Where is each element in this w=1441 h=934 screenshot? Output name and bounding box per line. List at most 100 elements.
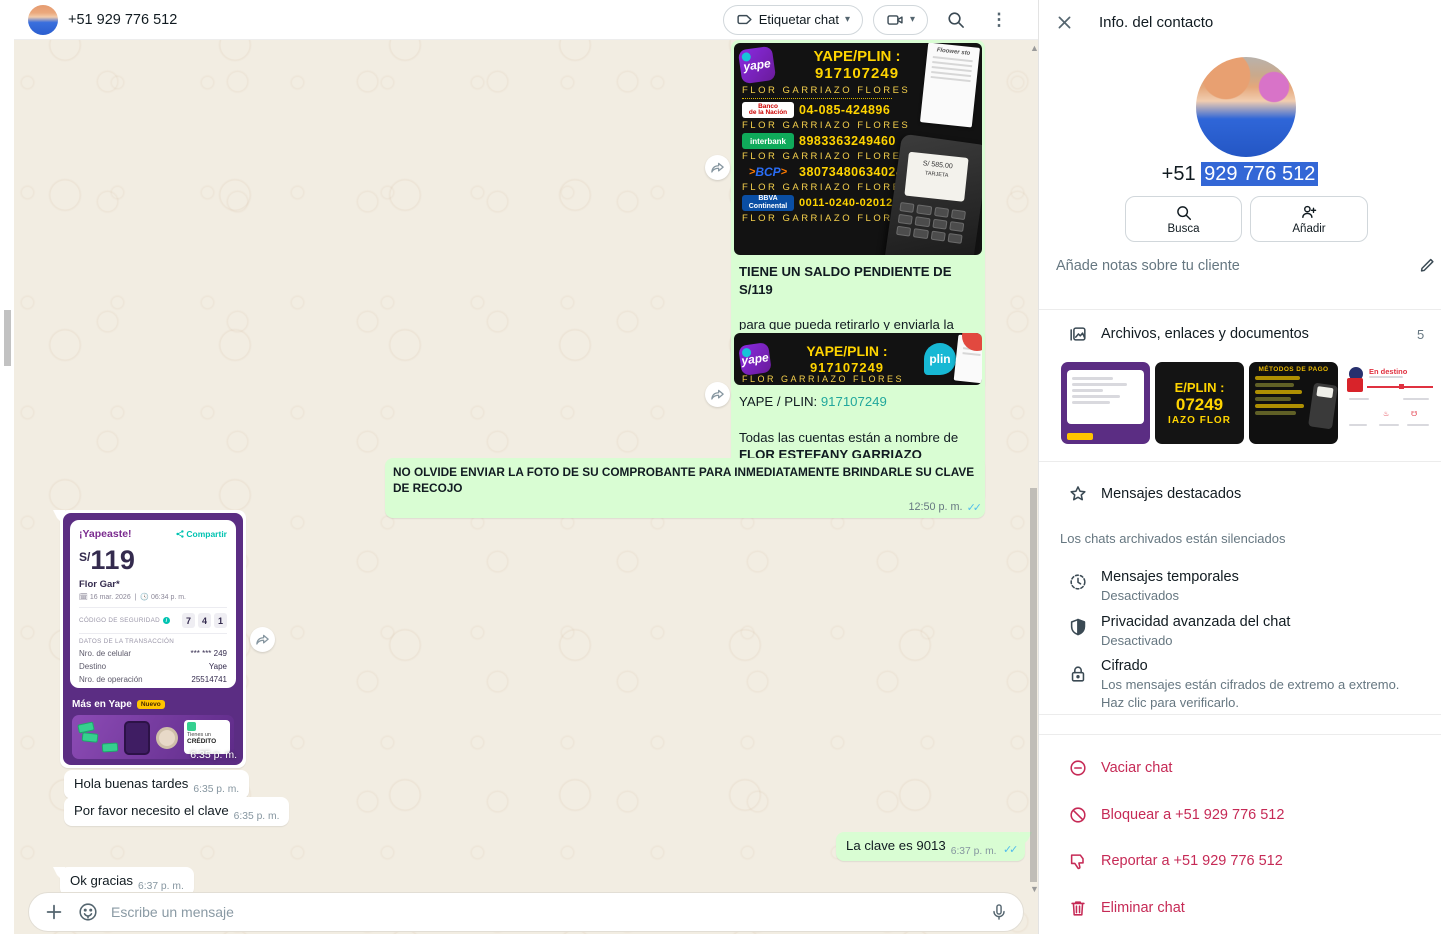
files-count[interactable]: 5 bbox=[1417, 327, 1424, 342]
left-scrollbar-thumb[interactable] bbox=[4, 310, 11, 366]
account-holder: FLOR GARRIAZO FLORES bbox=[742, 374, 904, 384]
message-time: 6:35 p. m. bbox=[190, 749, 237, 761]
whatsapp-window: +51 929 776 512 Etiquetar chat ▾ ▾ ⋮ bbox=[0, 0, 1441, 934]
account-number: 04-085-424896 bbox=[799, 103, 890, 117]
forward-message-button[interactable] bbox=[705, 155, 730, 180]
forward-message-button[interactable] bbox=[705, 382, 730, 407]
add-contact-button[interactable]: Añadir bbox=[1250, 196, 1368, 242]
advanced-privacy-status: Desactivado bbox=[1101, 632, 1411, 650]
message-time: 6:35 p. m. bbox=[234, 811, 280, 822]
chat-menu-button[interactable]: ⋮ bbox=[982, 3, 1016, 37]
yape-receipt-image[interactable]: ¡Yapeaste! Compartir S/119 Flor Gar* 🗓 1… bbox=[63, 513, 243, 765]
starred-messages-item[interactable]: Mensajes destacados bbox=[1101, 486, 1241, 502]
scroll-up-arrow[interactable]: ▲ bbox=[1030, 43, 1038, 53]
close-icon[interactable] bbox=[1056, 14, 1073, 31]
message-incoming-receipt[interactable]: ¡Yapeaste! Compartir S/119 Flor Gar* 🗓 1… bbox=[60, 510, 246, 768]
clear-chat-action[interactable]: Vaciar chat bbox=[1101, 760, 1172, 776]
payment-accounts-image[interactable]: yape YAPE/PLIN : 917107249 plin FLOR GAR… bbox=[734, 43, 982, 255]
message-outgoing-reminder[interactable]: NO OLVIDE ENVIAR LA FOTO DE SU COMPROBAN… bbox=[385, 458, 985, 518]
label-chat-button[interactable]: Etiquetar chat ▾ bbox=[723, 5, 863, 35]
notes-placeholder[interactable]: Añade notas sobre tu cliente bbox=[1056, 258, 1240, 274]
search-in-chat-button[interactable] bbox=[938, 3, 972, 37]
message-incoming[interactable]: Hola buenas tardes 6:35 p. m. bbox=[64, 770, 249, 799]
disappearing-messages-item[interactable]: Mensajes temporales bbox=[1101, 569, 1239, 585]
block-icon[interactable] bbox=[1068, 805, 1088, 830]
interbank-logo: interbank bbox=[742, 133, 794, 149]
forward-icon bbox=[255, 632, 270, 647]
encryption-description: Los mensajes están cifrados de extremo a… bbox=[1101, 676, 1411, 711]
message-input[interactable] bbox=[111, 904, 977, 920]
read-receipt-icon: ✓✓ bbox=[967, 501, 979, 514]
share-button[interactable]: Compartir bbox=[176, 529, 227, 539]
video-call-button[interactable]: ▾ bbox=[873, 5, 928, 35]
yape-logo: yape bbox=[738, 342, 772, 376]
thumbs-down-icon[interactable] bbox=[1068, 851, 1088, 876]
receipt-amount: S/119 bbox=[79, 545, 227, 576]
encryption-item[interactable]: Cifrado bbox=[1101, 658, 1148, 674]
message-meta: 12:50 p. m. ✓✓ bbox=[385, 501, 985, 518]
info-icon: i bbox=[163, 617, 170, 624]
forward-message-button[interactable] bbox=[250, 627, 275, 652]
message-text: Hola buenas tardes bbox=[74, 776, 188, 791]
security-code-label: CÓDIGO DE SEGURIDADi bbox=[79, 617, 170, 624]
selected-phone-text: 929 776 512 bbox=[1201, 162, 1318, 186]
block-contact-action[interactable]: Bloquear a +51 929 776 512 bbox=[1101, 807, 1284, 823]
share-icon bbox=[176, 530, 184, 538]
contact-photo-large[interactable] bbox=[1196, 57, 1296, 157]
new-badge: Nuevo bbox=[137, 700, 165, 709]
read-receipt-icon: ✓✓ bbox=[1003, 844, 1015, 856]
yape-plin-image[interactable]: yape YAPE/PLIN : 917107249 plin FLOR GAR… bbox=[734, 333, 982, 385]
more-in-yape-label: Más en YapeNuevo bbox=[72, 699, 165, 710]
advanced-privacy-item[interactable]: Privacidad avanzada del chat bbox=[1101, 614, 1290, 630]
bbva-logo: BBVAContinental bbox=[742, 195, 794, 211]
contact-avatar[interactable] bbox=[28, 5, 58, 35]
panel-header: Info. del contacto bbox=[1039, 0, 1441, 44]
microphone-icon[interactable] bbox=[989, 902, 1009, 922]
attach-plus-icon[interactable] bbox=[43, 901, 65, 923]
banner-number: 917107249 bbox=[814, 65, 901, 82]
message-time: 12:50 p. m. bbox=[909, 501, 963, 513]
receipt-row: Nro. de operación25514741 bbox=[79, 675, 227, 684]
search-contact-button[interactable]: Busca bbox=[1125, 196, 1242, 242]
star-icon bbox=[1068, 484, 1088, 509]
message-time: 6:37 p. m. bbox=[138, 881, 184, 892]
receipt-datetime: 🗓 16 mar. 2026 | 🕓 06:34 p. m. bbox=[79, 593, 227, 601]
label-chat-text: Etiquetar chat bbox=[759, 12, 839, 27]
plin-logo: plin bbox=[924, 343, 956, 375]
scroll-down-arrow[interactable]: ▼ bbox=[1030, 884, 1038, 894]
kebab-menu-icon: ⋮ bbox=[991, 10, 1008, 30]
archived-muted-note: Los chats archivados están silenciados bbox=[1060, 531, 1285, 546]
shield-icon bbox=[1068, 617, 1088, 642]
delete-chat-action[interactable]: Eliminar chat bbox=[1101, 900, 1185, 916]
message-incoming[interactable]: Por favor necesito el clave6:35 p. m. bbox=[64, 797, 289, 826]
file-thumbnail-payment-methods[interactable]: MÉTODOS DE PAGO bbox=[1249, 362, 1338, 444]
banner-title: YAPE/PLIN : bbox=[814, 48, 901, 65]
files-icon bbox=[1068, 324, 1088, 349]
files-section-label[interactable]: Archivos, enlaces y documentos bbox=[1101, 326, 1309, 342]
file-thumbnail-receipt[interactable] bbox=[1061, 362, 1150, 444]
file-thumbnail-tracking[interactable]: En destino ♨☋ bbox=[1343, 362, 1437, 444]
forward-icon bbox=[710, 160, 725, 175]
account-number: 8983363249460 bbox=[799, 134, 896, 148]
message-outgoing[interactable]: La clave es 90136:37 p. m. ✓✓ bbox=[836, 832, 1025, 861]
receipt-paper-graphic: Floower sto bbox=[920, 43, 980, 127]
chat-scrollbar-thumb[interactable] bbox=[1030, 488, 1037, 882]
file-thumbnail-yape-plin[interactable]: E/PLIN :07249IAZO FLOR bbox=[1155, 362, 1244, 444]
message-time: 6:35 p. m. bbox=[193, 784, 239, 795]
edit-notes-button[interactable] bbox=[1419, 256, 1436, 278]
trash-icon[interactable] bbox=[1068, 898, 1088, 923]
report-contact-action[interactable]: Reportar a +51 929 776 512 bbox=[1101, 853, 1283, 869]
phone-link[interactable]: 917107249 bbox=[821, 394, 887, 409]
chevron-down-icon: ▾ bbox=[910, 14, 915, 25]
contact-info-panel: Info. del contacto +51 929 776 512 Busca… bbox=[1038, 0, 1441, 934]
emoji-icon[interactable] bbox=[77, 901, 99, 923]
security-code-digits: 741 bbox=[182, 613, 227, 628]
message-text: NO OLVIDE ENVIAR LA FOTO DE SU COMPROBAN… bbox=[385, 458, 985, 501]
clear-chat-icon[interactable] bbox=[1068, 758, 1088, 783]
transaction-data-label: DATOS DE LA TRANSACCIÓN bbox=[79, 638, 227, 645]
person-add-icon bbox=[1300, 203, 1318, 221]
message-text: Ok gracias bbox=[70, 873, 133, 888]
message-text: La clave es 9013 bbox=[846, 838, 946, 853]
label-icon bbox=[736, 11, 753, 28]
chat-contact-title[interactable]: +51 929 776 512 bbox=[68, 12, 177, 28]
